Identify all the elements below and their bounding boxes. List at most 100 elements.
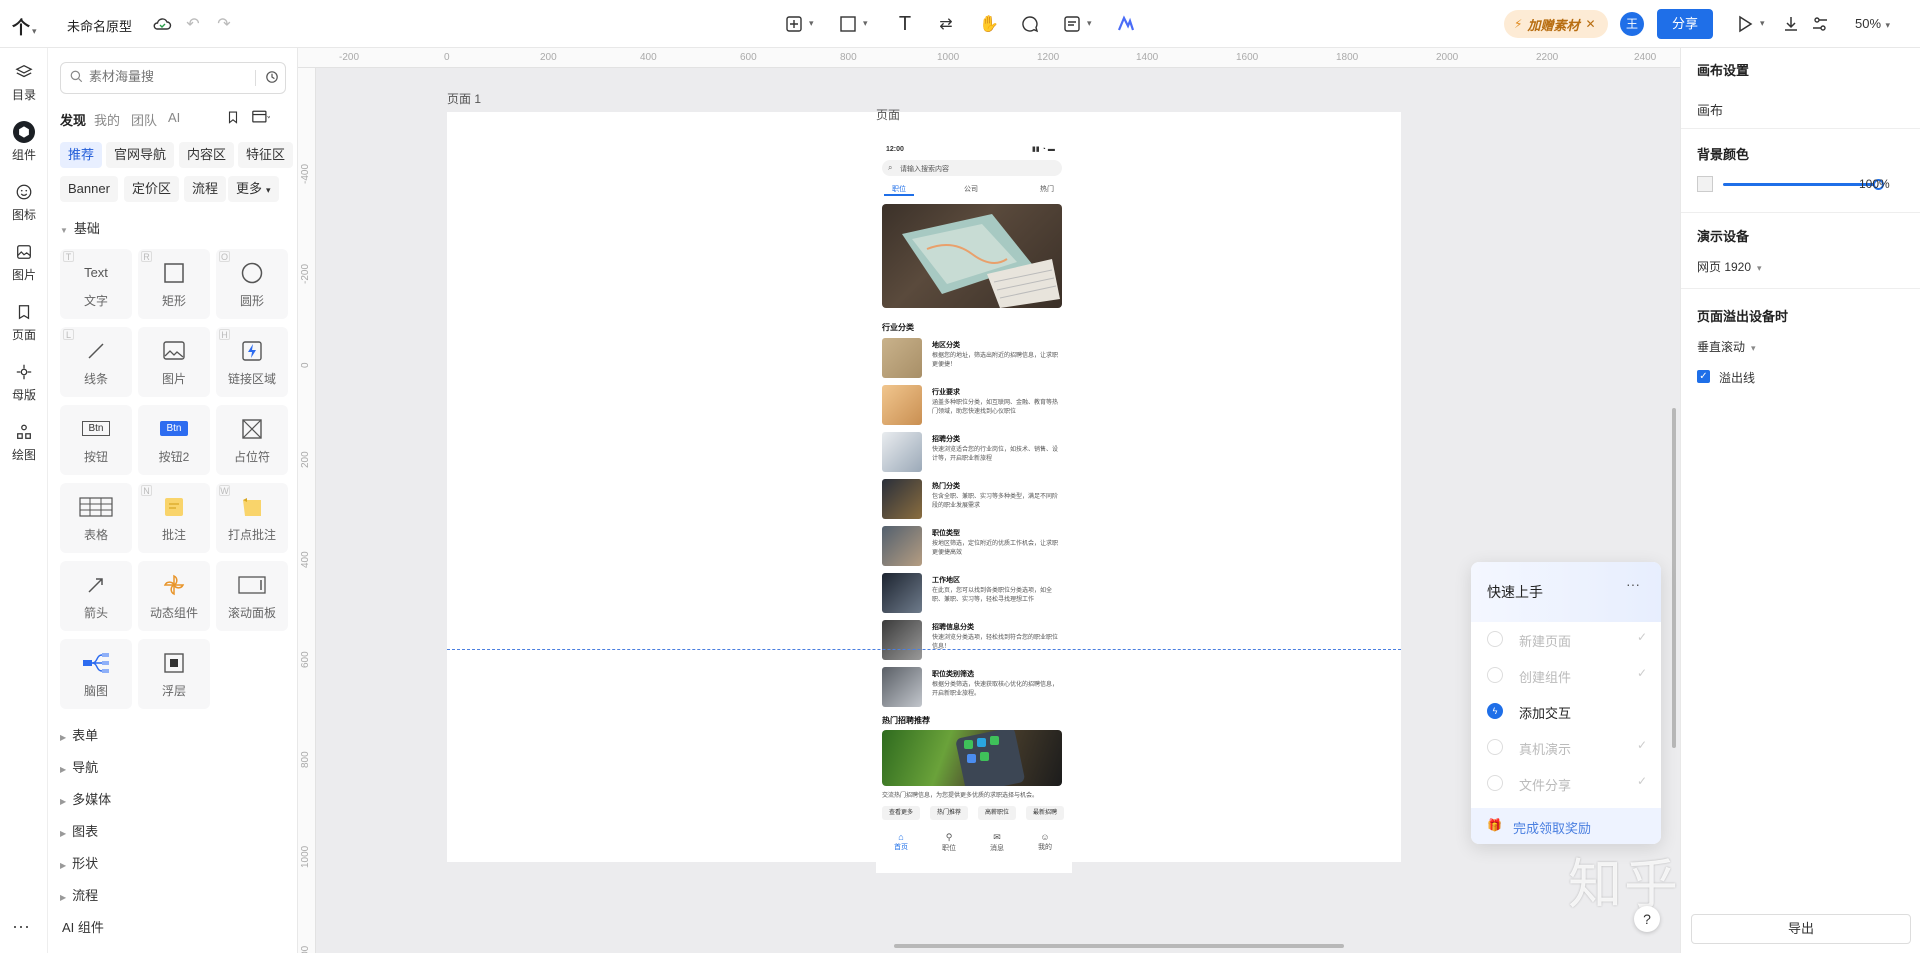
bg-color-swatch[interactable] (1697, 176, 1713, 192)
chevron-down-icon[interactable]: ▾ (1087, 18, 1092, 29)
tile-mindmap[interactable]: 脑图 (60, 639, 132, 709)
pill-high-salary[interactable]: 高薪职位 (978, 806, 1016, 820)
zoom-select[interactable]: 50% ▾ (1855, 16, 1890, 31)
tab-discover[interactable]: 发现 (60, 110, 86, 129)
nav-messages[interactable]: ✉ 消息 (982, 832, 1012, 853)
mobile-frame[interactable]: 12:00 ▮▮ ◔ ▬ ⌕ 请输入搜索内容 职位 公司 热门 行业分类 地区分… (876, 138, 1072, 873)
more-options-icon[interactable]: ··· (1626, 576, 1640, 592)
chip-feature[interactable]: 特征区 (238, 142, 294, 168)
tile-arrow[interactable]: 箭头 (60, 561, 132, 631)
list-item[interactable]: 工作地区 在此页，您可以找到各类职位分类选项，如全职、兼职、实习等，轻松寻找理想… (882, 573, 1062, 615)
list-item[interactable]: 职位类别筛选 根据分类筛选，快速获取核心优化的招聘信息，开启新职业旅程。 (882, 667, 1062, 709)
section-ai-components[interactable]: AI 组件 (62, 917, 104, 936)
section-navigation[interactable]: ▶ 导航 (60, 757, 98, 776)
section-forms[interactable]: ▶ 表单 (60, 725, 98, 744)
chip-content[interactable]: 内容区 (179, 142, 235, 168)
tab-ai[interactable]: AI (168, 110, 180, 125)
tile-floating-layer[interactable]: 浮层 (138, 639, 210, 709)
page-label[interactable]: 页面 1 (447, 90, 481, 107)
quick-item-file-share[interactable]: 文件分享 ✓ (1487, 774, 1647, 794)
tile-link-area[interactable]: H 链接区域 (216, 327, 288, 397)
vertical-scrollbar[interactable] (1672, 408, 1676, 748)
overflow-line-checkbox[interactable]: ✓ (1697, 370, 1710, 383)
bookmark-icon[interactable] (226, 110, 240, 127)
nav-jobs[interactable]: ⚲ 职位 (934, 832, 964, 853)
chevron-down-icon[interactable]: ▾ (1760, 18, 1765, 29)
rail-item-draw[interactable]: 绘图 (0, 414, 48, 470)
rectangle-tool-icon[interactable] (836, 12, 860, 36)
horizontal-scrollbar[interactable] (894, 944, 1344, 948)
app-logo[interactable]: 个 ▾ (12, 14, 37, 40)
list-item[interactable]: 招聘信息分类 快速浏览分类选项，轻松找到符合您的职业职位信息！ (882, 620, 1062, 662)
chip-more[interactable]: 更多 ▾ (228, 176, 279, 202)
tile-table[interactable]: 表格 (60, 483, 132, 553)
project-title[interactable]: 未命名原型 (67, 16, 132, 35)
device-select[interactable]: 网页 1920 ▾ (1697, 258, 1762, 275)
pill-hot-recommend[interactable]: 热门推荐 (930, 806, 968, 820)
overflow-select[interactable]: 垂直滚动 ▾ (1697, 338, 1756, 355)
interaction-tool-icon[interactable]: ⇄ (934, 12, 958, 36)
section-charts[interactable]: ▶ 图表 (60, 821, 98, 840)
rail-item-icons[interactable]: 图标 (0, 174, 48, 230)
frame-label[interactable]: 页面 (876, 106, 900, 123)
section-basic[interactable]: ▼ 基础 (60, 218, 100, 237)
share-button[interactable]: 分享 (1657, 9, 1713, 39)
chevron-down-icon[interactable]: ▾ (863, 18, 868, 29)
tile-button2[interactable]: Btn 按钮2 (138, 405, 210, 475)
list-item[interactable]: 职位类型 按地区筛选，定位附近的优质工作机会，让求职更便捷高效 (882, 526, 1062, 568)
section-shapes[interactable]: ▶ 形状 (60, 853, 98, 872)
tile-line[interactable]: L 线条 (60, 327, 132, 397)
quick-item-new-page[interactable]: 新建页面 ✓ (1487, 630, 1647, 650)
tile-circle[interactable]: O 圆形 (216, 249, 288, 319)
list-item[interactable]: 行业要求 涵盖多种职位分类，如互联网、金融、教育等热门领域，助您快速找到心仪职位 (882, 385, 1062, 427)
tile-rectangle[interactable]: R 矩形 (138, 249, 210, 319)
list-item[interactable]: 招聘分类 快速浏览适合您的行业岗位，如技术、销售、设计等，开启职业新旅程 (882, 432, 1062, 474)
pill-latest[interactable]: 最新招聘 (1026, 806, 1064, 820)
rail-item-images[interactable]: 图片 (0, 234, 48, 290)
component-search[interactable] (60, 62, 286, 94)
tile-text[interactable]: T Text 文字 (60, 249, 132, 319)
phone-tab-company[interactable]: 公司 (964, 184, 978, 194)
rail-item-components[interactable]: 组件 (0, 114, 48, 170)
more-icon[interactable]: ··· (12, 916, 30, 937)
promo-badge[interactable]: ⚡ 加赠素材 ✕ (1504, 10, 1608, 38)
reward-bar[interactable]: 🎁 完成领取奖励 (1471, 808, 1661, 844)
pill-view-more[interactable]: 查看更多 (882, 806, 920, 820)
nav-home[interactable]: ⌂ 首页 (886, 832, 916, 852)
comment-tool-icon[interactable] (1018, 12, 1042, 36)
section-multimedia[interactable]: ▶ 多媒体 (60, 789, 111, 808)
tile-dynamic-component[interactable]: 动态组件 (138, 561, 210, 631)
tile-placeholder[interactable]: 占位符 (216, 405, 288, 475)
tile-scroll-panel[interactable]: 滚动面板 (216, 561, 288, 631)
chip-recommended[interactable]: 推荐 (60, 142, 103, 168)
cloud-sync-icon[interactable] (150, 12, 174, 36)
list-item[interactable]: 热门分类 包含全职、兼职、实习等多种类型，满足不同阶段的职业发展需求 (882, 479, 1062, 521)
tile-annotation[interactable]: N 批注 (138, 483, 210, 553)
tab-team[interactable]: 团队 (131, 110, 157, 129)
section-flow[interactable]: ▶ 流程 (60, 885, 98, 904)
chip-site-nav[interactable]: 官网导航 (106, 142, 175, 168)
list-item[interactable]: 地区分类 根据您的地址，筛选出附近的招聘信息，让求职更便捷！ (882, 338, 1062, 380)
rail-item-pages[interactable]: 页面 (0, 294, 48, 350)
avatar[interactable]: 王 (1620, 12, 1644, 36)
chip-banner[interactable]: Banner (60, 176, 118, 202)
undo-icon[interactable]: ↶ (181, 12, 205, 36)
download-icon[interactable] (1779, 12, 1803, 36)
export-button[interactable]: 导出 (1691, 914, 1911, 944)
add-icon[interactable] (782, 12, 806, 36)
hand-tool-icon[interactable]: ✋ (977, 12, 1001, 36)
chip-flow[interactable]: 流程 (184, 176, 227, 202)
chip-pricing[interactable]: 定价区 (124, 176, 180, 202)
rail-item-catalog[interactable]: 目录 (0, 54, 48, 110)
close-icon[interactable]: ✕ (1585, 17, 1595, 31)
redo-icon[interactable]: ↷ (212, 12, 236, 36)
opacity-slider[interactable] (1723, 179, 1884, 190)
note-tool-icon[interactable] (1060, 12, 1084, 36)
phone-tab-hot[interactable]: 热门 (1040, 184, 1054, 194)
tile-pin-annotation[interactable]: W 打点批注 (216, 483, 288, 553)
play-icon[interactable] (1733, 12, 1757, 36)
search-input[interactable] (89, 69, 249, 84)
help-button[interactable]: ? (1634, 906, 1660, 932)
layout-toggle-icon[interactable] (252, 110, 271, 127)
tile-button[interactable]: Btn 按钮 (60, 405, 132, 475)
